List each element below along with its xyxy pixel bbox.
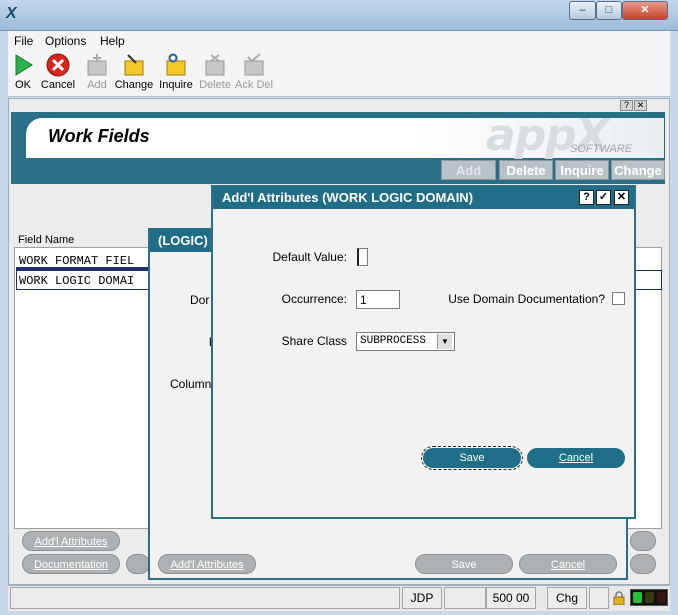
- toolbar: OK Cancel Add Change Inquire Delete Ack …: [8, 51, 670, 97]
- dialog-title: Add'l Attributes (WORK LOGIC DOMAIN): [222, 190, 474, 205]
- ack-delete-button[interactable]: Ack Del: [234, 53, 274, 95]
- logic-save-button[interactable]: Save: [415, 554, 513, 574]
- chevron-down-icon[interactable]: ▼: [437, 334, 452, 349]
- add-icon: [87, 54, 107, 76]
- minimize-button[interactable]: –: [569, 1, 596, 20]
- status-amount: 500 00: [486, 587, 536, 609]
- occurrence-label: Occurrence:: [281, 292, 347, 306]
- red-light-icon: [657, 592, 666, 603]
- status-user: JDP: [402, 587, 442, 609]
- menu-options[interactable]: Options: [45, 34, 86, 48]
- domain-label: Dor: [190, 293, 210, 307]
- yellow-light-icon: [645, 592, 654, 603]
- addl-attributes-button[interactable]: Add'l Attributes: [22, 531, 120, 551]
- page-title: Work Fields: [48, 126, 150, 146]
- menu-file[interactable]: File: [14, 34, 33, 48]
- cancel-label: Cancel: [40, 79, 76, 91]
- inquire-icon: [166, 53, 186, 76]
- maximize-button[interactable]: □: [596, 1, 622, 20]
- cancel-dialog-button[interactable]: Cancel: [527, 448, 625, 468]
- dialog-help-button[interactable]: ?: [579, 190, 594, 205]
- cancel-icon: [46, 53, 70, 77]
- cancel-button[interactable]: Cancel: [38, 53, 78, 95]
- share-class-label: Share Class: [281, 334, 347, 348]
- green-light-icon: [633, 592, 642, 603]
- close-window-button[interactable]: ✕: [622, 1, 668, 20]
- mode-add-button[interactable]: Add: [441, 160, 496, 180]
- mode-delete-button[interactable]: Delete: [499, 160, 553, 180]
- delete-icon: [205, 54, 225, 76]
- column-label: Column: [170, 377, 212, 391]
- play-icon: [15, 54, 33, 76]
- background-button[interactable]: [630, 554, 656, 574]
- status-message: [10, 587, 400, 609]
- mode-change-button[interactable]: Change: [611, 160, 665, 180]
- delete-label: Delete: [199, 79, 231, 91]
- column-header-field-name: Field Name: [18, 234, 75, 246]
- menu-help[interactable]: Help: [100, 34, 125, 48]
- save-button[interactable]: Save: [421, 446, 523, 470]
- logic-dialog-title: (LOGIC): [150, 230, 212, 252]
- ok-button[interactable]: OK: [3, 53, 43, 95]
- default-value-label: Default Value:: [272, 250, 348, 264]
- use-domain-doc-checkbox[interactable]: [612, 292, 625, 305]
- change-label: Change: [114, 79, 154, 91]
- add-label: Add: [87, 79, 107, 91]
- background-button[interactable]: [126, 554, 150, 574]
- logic-addl-attributes-button[interactable]: Add'l Attributes: [158, 554, 256, 574]
- ack-delete-label: Ack Del: [235, 79, 273, 91]
- dialog-ok-button[interactable]: ✓: [596, 190, 611, 205]
- status-mode: Chg: [547, 587, 587, 609]
- ok-label: OK: [15, 79, 31, 91]
- menu-bar: File Options Help: [8, 31, 670, 51]
- inquire-button[interactable]: Inquire: [156, 53, 196, 95]
- dialog-close-button[interactable]: ✕: [614, 190, 629, 205]
- ack-delete-icon: [244, 53, 264, 76]
- status-field: [589, 587, 609, 609]
- lock-icon: [613, 591, 625, 605]
- change-icon: [124, 54, 144, 76]
- use-domain-doc-label: Use Domain Documentation?: [448, 292, 605, 306]
- documentation-button[interactable]: Documentation: [22, 554, 120, 574]
- occurrence-input[interactable]: 1: [356, 290, 400, 309]
- delete-button[interactable]: Delete: [195, 53, 235, 95]
- addl-attributes-dialog: [211, 185, 636, 519]
- add-button[interactable]: Add: [77, 53, 117, 95]
- app-x-icon: X: [6, 5, 17, 22]
- change-button[interactable]: Change: [114, 53, 154, 95]
- background-button[interactable]: [630, 531, 656, 551]
- mode-inquire-button[interactable]: Inquire: [555, 160, 609, 180]
- close-frame-button[interactable]: ✕: [634, 100, 647, 111]
- help-button[interactable]: ?: [620, 100, 633, 111]
- status-field: [444, 587, 486, 609]
- brand-subtitle: SOFTWARE: [570, 143, 633, 155]
- inquire-label: Inquire: [159, 79, 193, 91]
- logic-cancel-button[interactable]: Cancel: [519, 554, 617, 574]
- default-value-input[interactable]: [357, 248, 368, 266]
